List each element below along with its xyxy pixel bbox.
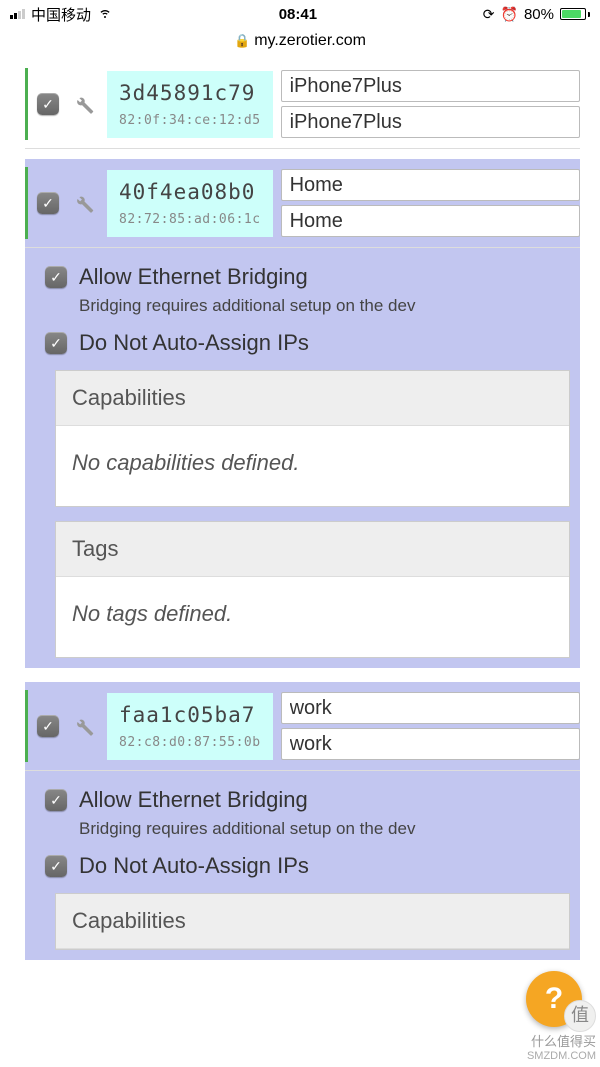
allow-bridging-hint: Bridging requires additional setup on th… (79, 819, 570, 839)
description-input[interactable] (281, 205, 580, 237)
capabilities-body: No capabilities defined. (56, 426, 569, 506)
node-id: 3d45891c79 (119, 81, 261, 105)
allow-bridging-checkbox[interactable]: ✓ (45, 266, 67, 288)
allow-bridging-hint: Bridging requires additional setup on th… (79, 296, 570, 316)
mac-address: 82:0f:34:ce:12:d5 (119, 113, 261, 128)
wrench-icon[interactable] (71, 714, 95, 738)
member-row: ✓ faa1c05ba7 82:c8:d0:87:55:0b (25, 682, 580, 771)
member-row: ✓ 40f4ea08b0 82:72:85:ad:06:1c (25, 159, 580, 248)
name-input[interactable] (281, 70, 580, 102)
wrench-icon[interactable] (71, 92, 95, 116)
mac-address: 82:72:85:ad:06:1c (119, 212, 261, 227)
watermark-cn: 什么值得买 (527, 1034, 596, 1050)
carrier-label: 中国移动 (31, 4, 91, 25)
name-input[interactable] (281, 169, 580, 201)
authorize-checkbox[interactable]: ✓ (37, 715, 59, 737)
no-auto-ip-checkbox[interactable]: ✓ (45, 332, 67, 354)
no-auto-ip-checkbox[interactable]: ✓ (45, 855, 67, 877)
status-bar: 中国移动 08:41 ⟳ ⏰ 80% (0, 0, 600, 28)
watermark: 值 什么值得买 SMZDM.COM (527, 1000, 596, 1063)
node-id: 40f4ea08b0 (119, 180, 261, 204)
signal-icon (10, 9, 25, 19)
id-block: faa1c05ba7 82:c8:d0:87:55:0b (107, 693, 273, 760)
battery-percent: 80% (524, 6, 554, 23)
url-text: my.zerotier.com (254, 32, 366, 49)
mac-address: 82:c8:d0:87:55:0b (119, 735, 261, 750)
tags-title: Tags (56, 522, 569, 577)
allow-bridging-label: Allow Ethernet Bridging (79, 787, 308, 813)
name-input[interactable] (281, 692, 580, 724)
authorize-checkbox[interactable]: ✓ (37, 93, 59, 115)
watermark-en: SMZDM.COM (527, 1050, 596, 1063)
tags-body: No tags defined. (56, 577, 569, 657)
authorize-checkbox[interactable]: ✓ (37, 192, 59, 214)
allow-bridging-checkbox[interactable]: ✓ (45, 789, 67, 811)
member-expanded-panel: ✓ Allow Ethernet Bridging Bridging requi… (25, 771, 580, 960)
member-row: ✓ 3d45891c79 82:0f:34:ce:12:d5 (25, 60, 580, 149)
no-auto-ip-label: Do Not Auto-Assign IPs (79, 330, 309, 356)
id-block: 40f4ea08b0 82:72:85:ad:06:1c (107, 170, 273, 237)
capabilities-title: Capabilities (56, 371, 569, 426)
tags-panel: Tags No tags defined. (55, 521, 570, 658)
wifi-icon (97, 4, 113, 24)
member-expanded-panel: ✓ Allow Ethernet Bridging Bridging requi… (25, 248, 580, 668)
orientation-lock-icon: ⟳ (483, 6, 495, 23)
alarm-icon: ⏰ (501, 6, 518, 23)
description-input[interactable] (281, 106, 580, 138)
capabilities-title: Capabilities (56, 894, 569, 949)
capabilities-panel: Capabilities (55, 893, 570, 950)
description-input[interactable] (281, 728, 580, 760)
battery-icon (560, 8, 590, 20)
allow-bridging-label: Allow Ethernet Bridging (79, 264, 308, 290)
clock: 08:41 (279, 6, 317, 23)
url-bar[interactable]: 🔒 my.zerotier.com (0, 28, 600, 60)
capabilities-panel: Capabilities No capabilities defined. (55, 370, 570, 507)
no-auto-ip-label: Do Not Auto-Assign IPs (79, 853, 309, 879)
id-block: 3d45891c79 82:0f:34:ce:12:d5 (107, 71, 273, 138)
watermark-icon: 值 (564, 1000, 596, 1032)
lock-icon: 🔒 (234, 33, 250, 48)
node-id: faa1c05ba7 (119, 703, 261, 727)
wrench-icon[interactable] (71, 191, 95, 215)
